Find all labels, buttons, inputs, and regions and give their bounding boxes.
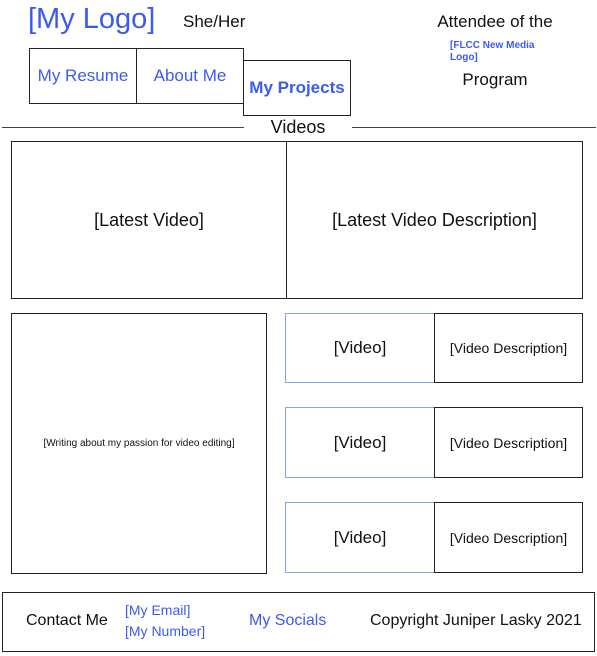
attendee-label: Attendee of the [437,12,553,31]
video-description-3: [Video Description] [434,502,583,573]
video-description-1: [Video Description] [434,313,583,383]
site-logo[interactable]: [My Logo] [28,2,155,36]
footer-contact-label: Contact Me [26,612,108,629]
nav-tab-projects[interactable]: My Projects [243,60,351,116]
program-label: Program [462,70,528,89]
section-divider-right [352,127,596,128]
video-editing-writing: [Writing about my passion for video edit… [11,313,267,574]
nav-tab-resume[interactable]: My Resume [29,48,137,104]
latest-video[interactable]: [Latest Video] [11,141,287,299]
program-logo: [FLCC New Media Logo] [450,40,535,63]
footer-copyright: Copyright Juniper Lasky 2021 [370,612,582,629]
footer-number-link[interactable]: [My Number] [125,621,205,641]
video-thumbnail-2[interactable]: [Video] [285,407,435,478]
latest-video-description: [Latest Video Description] [286,141,583,299]
video-description-2: [Video Description] [434,407,583,478]
video-thumbnail-3[interactable]: [Video] [285,502,435,573]
footer-socials-link[interactable]: My Socials [249,611,326,631]
nav-tab-about[interactable]: About Me [136,48,244,104]
section-title: Videos [250,116,346,138]
video-thumbnail-1[interactable]: [Video] [285,313,435,383]
footer-email-link[interactable]: [My Email] [125,600,190,620]
section-divider-left [2,127,244,128]
pronouns: She/Her [183,12,246,31]
